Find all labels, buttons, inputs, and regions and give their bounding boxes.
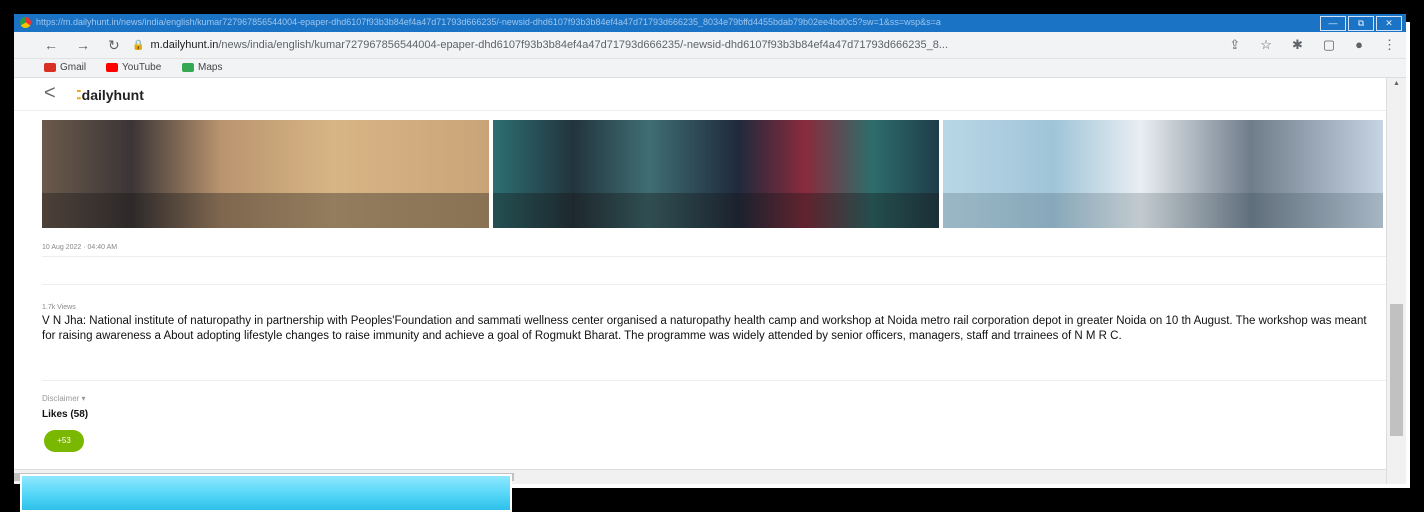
youtube-icon: [106, 63, 118, 72]
logo-text: dailyhunt: [81, 87, 144, 103]
bookmark-label: Gmail: [60, 62, 87, 73]
vertical-scroll-thumb[interactable]: [1390, 304, 1403, 436]
photo-attendees-standing[interactable]: [493, 120, 939, 228]
profile-icon[interactable]: ●: [1355, 37, 1363, 53]
lock-icon: 🔒: [132, 40, 145, 51]
address-path: /news/india/english/kumar727967856544004…: [218, 39, 949, 51]
view-count: 1.7k Views: [42, 304, 76, 311]
bookmark-maps[interactable]: Maps: [182, 62, 222, 73]
logo-dots-icon: ⁚⁚: [76, 88, 81, 102]
divider: [42, 256, 1387, 257]
address-domain: m.dailyhunt.in: [150, 39, 219, 51]
browser-window: https://m.dailyhunt.in/news/india/englis…: [14, 14, 1406, 484]
scroll-up-icon[interactable]: ▲: [1393, 80, 1400, 87]
like-count-badge[interactable]: +53: [44, 430, 84, 452]
bookmark-gmail[interactable]: Gmail: [44, 62, 86, 73]
vertical-scrollbar[interactable]: ▲: [1386, 78, 1406, 484]
share-icon[interactable]: ⇪: [1229, 37, 1240, 53]
bookmarks-bar: Gmail YouTube Maps: [14, 59, 1406, 78]
disclaimer-toggle[interactable]: Disclaimer ▾: [42, 394, 86, 403]
forward-arrow-icon[interactable]: →: [76, 37, 90, 53]
dailyhunt-logo[interactable]: ⁚⁚ dailyhunt: [76, 87, 144, 103]
title-bar: https://m.dailyhunt.in/news/india/englis…: [14, 14, 1406, 32]
photo-gallery: [42, 120, 1387, 228]
gmail-icon: [44, 63, 56, 72]
title-url: https://m.dailyhunt.in/news/india/englis…: [36, 17, 941, 27]
maps-icon: [182, 63, 194, 72]
bookmark-star-icon[interactable]: ☆: [1260, 37, 1272, 53]
minimize-icon[interactable]: —: [1320, 16, 1346, 31]
article-date: 10 Aug 2022 · 04:40 AM: [42, 244, 118, 251]
bookmark-label: Maps: [198, 62, 223, 73]
divider: [42, 380, 1387, 381]
reload-icon[interactable]: ↻: [108, 37, 120, 54]
divider: [42, 284, 1387, 285]
navigation-bar: ← → ↻ 🔒 m.dailyhunt.in/news/india/english…: [14, 32, 1406, 59]
likes-label: Likes (58): [42, 409, 89, 420]
cyan-highlight-box: [20, 474, 512, 512]
close-icon[interactable]: ✕: [1376, 16, 1402, 31]
photo-audience-seated[interactable]: [943, 120, 1383, 228]
address-bar[interactable]: 🔒 m.dailyhunt.in/news/india/english/kumar…: [132, 36, 1222, 54]
restore-icon[interactable]: ⧉: [1348, 16, 1374, 31]
bookmark-label: YouTube: [122, 62, 162, 73]
site-header: < ⁚⁚ dailyhunt: [14, 78, 1387, 111]
window-controls: — ⧉ ✕: [1320, 16, 1402, 31]
menu-kebab-icon[interactable]: ⋮: [1383, 37, 1396, 53]
photo-lamp-lighting[interactable]: [42, 120, 489, 228]
extensions-icon[interactable]: ✱: [1292, 37, 1303, 53]
toolbar-icons: ⇪ ☆ ✱ ▢ ● ⋮: [1229, 37, 1396, 53]
chrome-icon: [20, 17, 31, 28]
page-content: < ⁚⁚ dailyhunt 10 Aug 2022 · 04:40 AM 1.…: [14, 78, 1387, 484]
sidebar-icon[interactable]: ▢: [1323, 37, 1335, 53]
bookmark-youtube[interactable]: YouTube: [106, 62, 161, 73]
back-arrow-icon[interactable]: ←: [44, 37, 58, 53]
article-body: V N Jha: National institute of naturopat…: [42, 315, 1367, 342]
back-chevron-icon[interactable]: <: [44, 82, 56, 105]
